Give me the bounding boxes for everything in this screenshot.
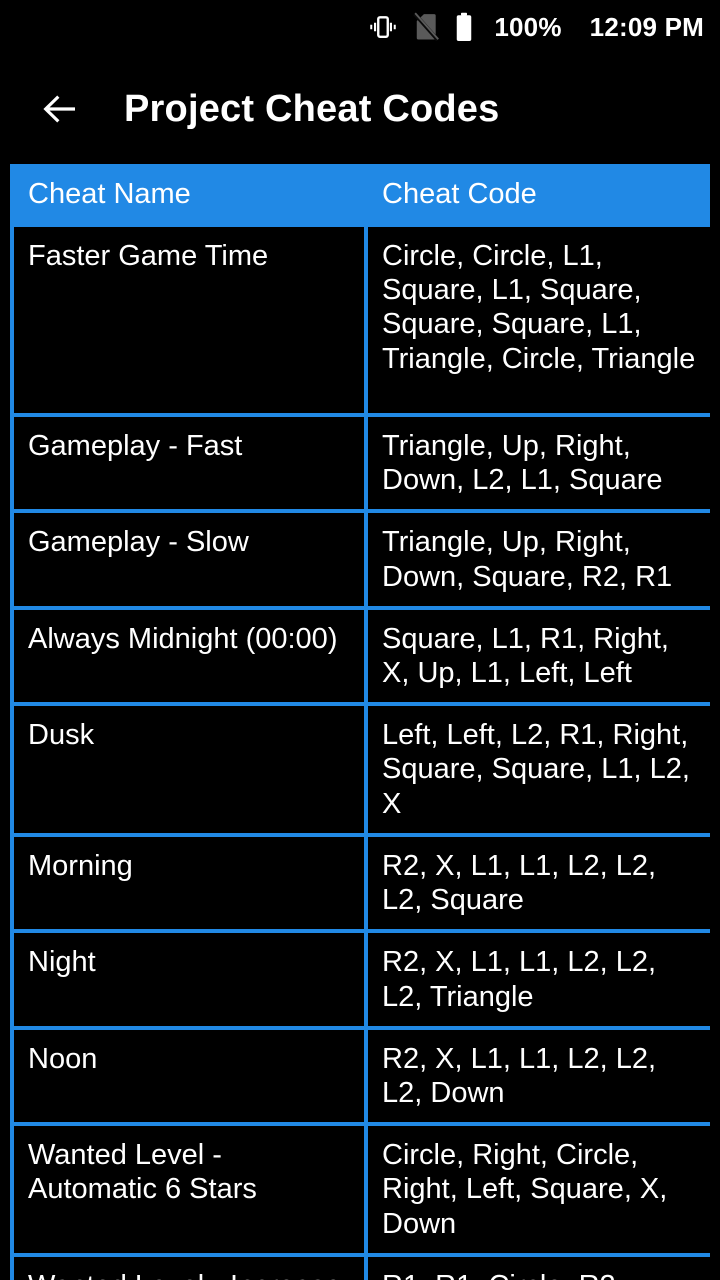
table-row[interactable]: Wanted Level - Increase By 2 Stars R1, R… xyxy=(10,1252,710,1280)
cheat-table: Cheat Name Cheat Code Faster Game Time C… xyxy=(10,164,710,1280)
app-bar: Project Cheat Codes xyxy=(0,54,720,164)
cheat-table-scroll-container[interactable]: Cheat Name Cheat Code Faster Game Time C… xyxy=(10,164,710,1280)
cell-cheat-code: R2, X, L1, L1, L2, L2, L2, Triangle xyxy=(364,929,710,1030)
battery-full-icon xyxy=(454,12,474,42)
table-row[interactable]: Night R2, X, L1, L1, L2, L2, L2, Triangl… xyxy=(10,929,710,1030)
no-sim-icon xyxy=(412,12,440,42)
cell-cheat-code: Circle, Right, Circle, Right, Left, Squa… xyxy=(364,1122,710,1257)
cell-cheat-code: Triangle, Up, Right, Down, L2, L1, Squar… xyxy=(364,412,710,514)
table-row[interactable]: Noon R2, X, L1, L1, L2, L2, L2, Down xyxy=(10,1025,710,1127)
cell-cheat-code: R2, X, L1, L1, L2, L2, L2, Square xyxy=(364,832,710,934)
column-header-cheat-name: Cheat Name xyxy=(10,164,368,227)
cell-cheat-name: Wanted Level - Increase By 2 Stars xyxy=(10,1252,368,1280)
back-arrow-icon[interactable] xyxy=(34,83,86,135)
cell-cheat-name: Noon xyxy=(10,1025,368,1127)
table-row[interactable]: Wanted Level - Automatic 6 Stars Circle,… xyxy=(10,1122,710,1257)
cell-cheat-name: Night xyxy=(10,929,368,1030)
table-row[interactable]: Morning R2, X, L1, L1, L2, L2, L2, Squar… xyxy=(10,832,710,934)
cell-cheat-code: R1, R1, Circle, R2, Right, Left, Right, … xyxy=(364,1252,710,1280)
status-bar-icons: 100% 12:09 PM xyxy=(368,12,704,42)
column-header-cheat-code: Cheat Code xyxy=(364,164,710,227)
cell-cheat-code: Circle, Circle, L1, Square, L1, Square, … xyxy=(364,222,710,417)
battery-percentage: 100% xyxy=(494,12,562,42)
status-bar-clock: 12:09 PM xyxy=(589,12,704,42)
page-title: Project Cheat Codes xyxy=(124,88,500,130)
status-bar: 100% 12:09 PM xyxy=(0,0,720,54)
cell-cheat-name: Gameplay - Fast xyxy=(10,412,368,514)
cell-cheat-name: Faster Game Time xyxy=(10,222,368,417)
table-header-row: Cheat Name Cheat Code xyxy=(10,164,710,227)
cheat-table-header: Cheat Name Cheat Code xyxy=(10,164,710,227)
cell-cheat-code: Triangle, Up, Right, Down, Square, R2, R… xyxy=(364,509,710,610)
table-row[interactable]: Dusk Left, Left, L2, R1, Right, Square, … xyxy=(10,702,710,837)
table-row[interactable]: Always Midnight (00:00) Square, L1, R1, … xyxy=(10,605,710,707)
cell-cheat-code: Left, Left, L2, R1, Right, Square, Squar… xyxy=(364,702,710,837)
cell-cheat-name: Morning xyxy=(10,832,368,934)
cell-cheat-name: Always Midnight (00:00) xyxy=(10,605,368,707)
cell-cheat-code: R2, X, L1, L1, L2, L2, L2, Down xyxy=(364,1025,710,1127)
cell-cheat-name: Wanted Level - Automatic 6 Stars xyxy=(10,1122,368,1257)
vibrate-icon xyxy=(368,12,398,42)
cell-cheat-code: Square, L1, R1, Right, X, Up, L1, Left, … xyxy=(364,605,710,707)
table-row[interactable]: Gameplay - Fast Triangle, Up, Right, Dow… xyxy=(10,412,710,514)
table-row[interactable]: Gameplay - Slow Triangle, Up, Right, Dow… xyxy=(10,509,710,610)
cheat-table-body: Faster Game Time Circle, Circle, L1, Squ… xyxy=(10,222,710,1280)
table-row[interactable]: Faster Game Time Circle, Circle, L1, Squ… xyxy=(10,222,710,417)
cell-cheat-name: Gameplay - Slow xyxy=(10,509,368,610)
cell-cheat-name: Dusk xyxy=(10,702,368,837)
